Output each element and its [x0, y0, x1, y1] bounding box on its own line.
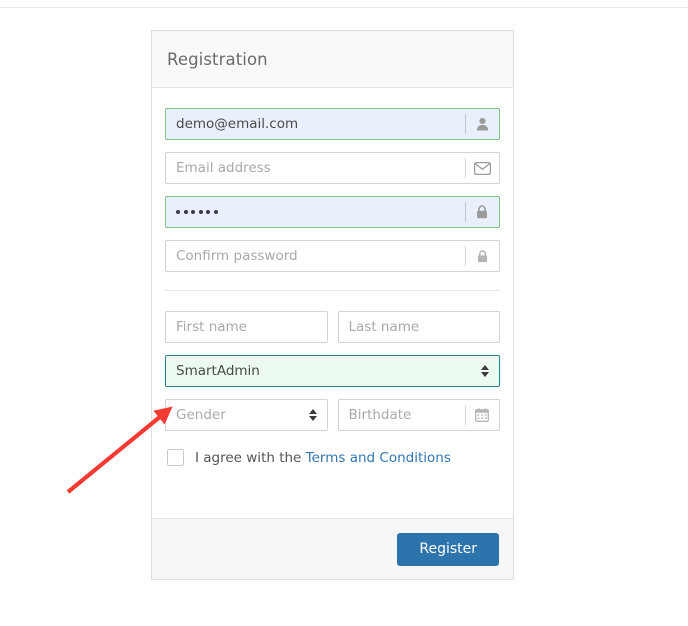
gender-select-value[interactable]: Gender: [166, 400, 299, 430]
terms-row: I agree with the Terms and Conditions: [165, 449, 500, 466]
card-footer: Register: [152, 518, 513, 579]
confirm-password-input-group[interactable]: Confirm password: [165, 240, 500, 272]
app-select-value[interactable]: SmartAdmin: [166, 356, 471, 386]
envelope-icon: [465, 153, 499, 183]
app-select-row: SmartAdmin: [165, 355, 500, 387]
username-input-group[interactable]: demo@email.com: [165, 108, 500, 140]
lock-icon: [465, 241, 499, 271]
user-icon: [465, 109, 499, 139]
terms-label-text: I agree with the: [195, 450, 306, 466]
account-section: demo@email.com Email address: [165, 108, 500, 272]
password-input[interactable]: [166, 210, 465, 214]
app-select[interactable]: SmartAdmin: [165, 355, 500, 387]
registration-card: Registration demo@email.com: [151, 30, 514, 580]
first-name-input[interactable]: First name: [166, 312, 327, 342]
card-body: demo@email.com Email address: [152, 88, 513, 466]
email-input-group[interactable]: Email address: [165, 152, 500, 184]
email-row: Email address: [165, 152, 500, 184]
register-button[interactable]: Register: [397, 533, 499, 566]
password-input-group[interactable]: [165, 196, 500, 228]
last-name-field[interactable]: Last name: [338, 311, 501, 343]
password-row: [165, 196, 500, 228]
email-input[interactable]: Email address: [166, 153, 465, 183]
name-row: First name Last name: [165, 311, 500, 343]
username-row: demo@email.com: [165, 108, 500, 140]
calendar-icon[interactable]: [465, 400, 499, 430]
confirm-password-input[interactable]: Confirm password: [166, 241, 465, 271]
gender-birthdate-row: Gender Birthdate: [165, 399, 500, 431]
chevron-updown-icon: [299, 400, 327, 430]
username-input[interactable]: demo@email.com: [166, 109, 465, 139]
first-name-field[interactable]: First name: [165, 311, 328, 343]
page-title: Registration: [167, 50, 268, 69]
confirm-password-row: Confirm password: [165, 240, 500, 272]
birthdate-field[interactable]: Birthdate: [338, 399, 501, 431]
birthdate-input[interactable]: Birthdate: [339, 400, 466, 430]
terms-checkbox[interactable]: [167, 449, 184, 466]
terms-label: I agree with the Terms and Conditions: [195, 450, 451, 466]
lock-icon: [465, 197, 499, 227]
gender-select[interactable]: Gender: [165, 399, 328, 431]
terms-and-conditions-link[interactable]: Terms and Conditions: [306, 450, 451, 466]
card-header: Registration: [152, 31, 513, 88]
page-top-divider: [0, 7, 688, 8]
last-name-input[interactable]: Last name: [339, 312, 500, 342]
chevron-updown-icon: [471, 356, 499, 386]
profile-section: First name Last name SmartAdmin Gende: [165, 291, 500, 466]
